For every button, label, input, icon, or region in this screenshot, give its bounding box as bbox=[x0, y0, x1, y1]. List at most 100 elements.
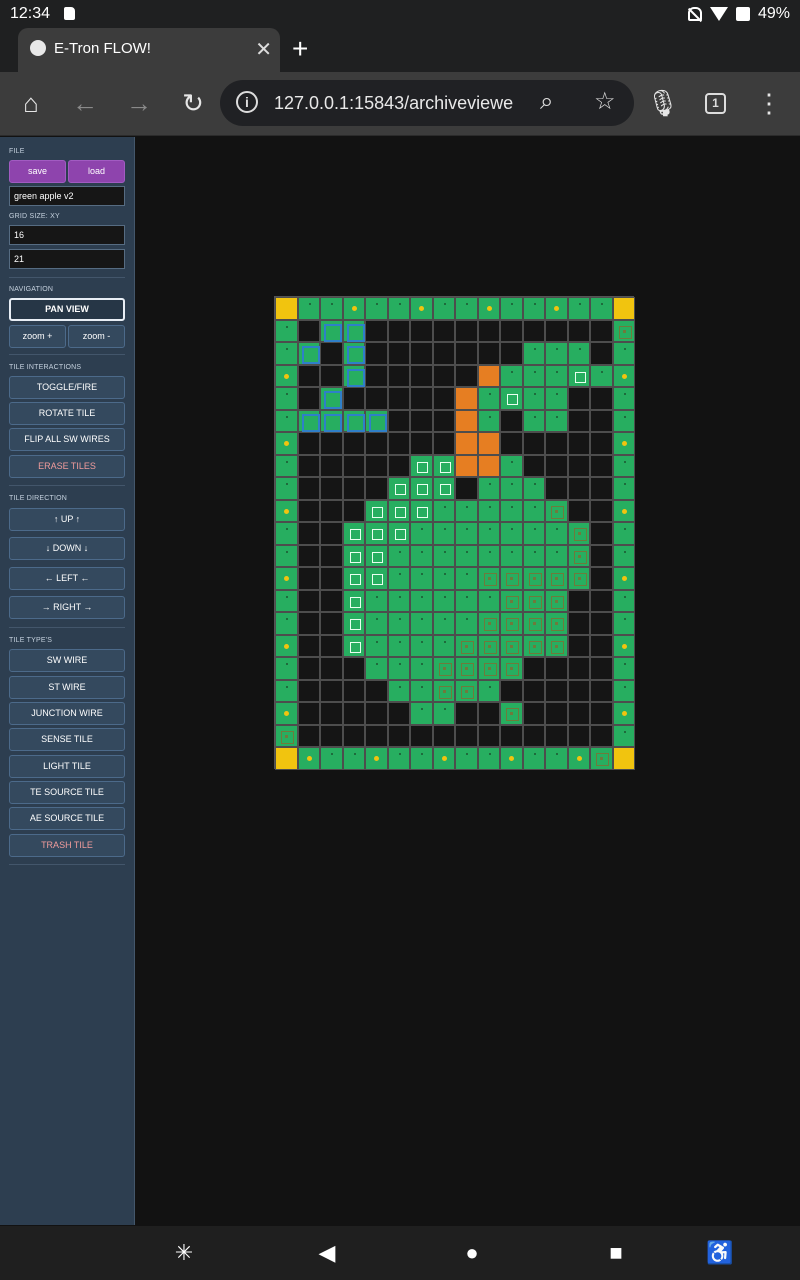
save-button[interactable]: save bbox=[9, 160, 66, 183]
grid-tile-wire[interactable] bbox=[500, 544, 523, 567]
grid-tile-blue[interactable] bbox=[342, 364, 366, 387]
grid-tile-wire[interactable] bbox=[545, 342, 568, 365]
grid-tile-wire[interactable] bbox=[365, 589, 388, 612]
grid-tile-empty[interactable] bbox=[387, 724, 411, 747]
grid-tile-empty[interactable] bbox=[477, 724, 501, 747]
grid-tile-blue[interactable] bbox=[342, 409, 366, 432]
grid-tile-dot[interactable] bbox=[432, 747, 456, 770]
grid-tile-empty[interactable] bbox=[387, 319, 411, 342]
grid-tile-wire[interactable] bbox=[590, 364, 613, 387]
grid-tile-empty[interactable] bbox=[455, 342, 478, 365]
grid-tile-empty[interactable] bbox=[342, 387, 366, 410]
te-source-tile-button[interactable]: TE SOURCE TILE bbox=[9, 781, 125, 804]
grid-tile-empty[interactable] bbox=[590, 544, 613, 567]
grid-tile-wire[interactable] bbox=[477, 409, 501, 432]
grid-tile-wire[interactable] bbox=[275, 589, 298, 612]
grid-tile-empty[interactable] bbox=[567, 409, 591, 432]
grid-tile-wire[interactable] bbox=[455, 544, 478, 567]
grid-tile-empty[interactable] bbox=[387, 454, 411, 477]
grid-tile-empty[interactable] bbox=[365, 432, 388, 455]
grid-tile-empty[interactable] bbox=[545, 432, 568, 455]
grid-tile-junction[interactable] bbox=[545, 612, 568, 635]
grid-tile-wire[interactable] bbox=[522, 522, 546, 545]
grid-tile-wire[interactable] bbox=[612, 544, 636, 567]
grid-tile-empty[interactable] bbox=[590, 319, 613, 342]
grid-tile-junction[interactable] bbox=[522, 634, 546, 657]
junction-wire-button[interactable]: JUNCTION WIRE bbox=[9, 702, 125, 725]
grid-tile-empty[interactable] bbox=[455, 477, 478, 500]
grid-tile-empty[interactable] bbox=[387, 342, 411, 365]
grid-tile-wire[interactable] bbox=[477, 589, 501, 612]
grid-tile-empty[interactable] bbox=[522, 679, 546, 702]
grid-tile-empty[interactable] bbox=[297, 702, 321, 725]
grid-tile-wire[interactable] bbox=[432, 499, 456, 522]
grid-tile-empty[interactable] bbox=[365, 319, 388, 342]
grid-tile-wire[interactable] bbox=[387, 657, 411, 680]
grid-tile-wire[interactable] bbox=[455, 612, 478, 635]
grid-tile-empty[interactable] bbox=[410, 342, 433, 365]
grid-tile-dot[interactable] bbox=[275, 634, 298, 657]
grid-tile-wire[interactable] bbox=[410, 522, 433, 545]
grid-tile-empty[interactable] bbox=[297, 657, 321, 680]
grid-tile-dot[interactable] bbox=[365, 747, 388, 770]
grid-tile-wire[interactable] bbox=[432, 522, 456, 545]
erase-tiles-button[interactable]: ERASE TILES bbox=[9, 455, 125, 478]
grid-tile-empty[interactable] bbox=[455, 702, 478, 725]
grid-tile-empty[interactable] bbox=[410, 409, 433, 432]
grid-tile-empty[interactable] bbox=[545, 477, 568, 500]
grid-tile-empty[interactable] bbox=[342, 454, 366, 477]
grid-tile-white-square[interactable] bbox=[567, 364, 591, 387]
tile-grid[interactable] bbox=[274, 296, 636, 770]
grid-tile-dot[interactable] bbox=[275, 702, 298, 725]
grid-tile-white-square[interactable] bbox=[387, 522, 411, 545]
flip-sw-wires-button[interactable]: FLIP ALL SW WIRES bbox=[9, 428, 125, 451]
grid-size-x-field[interactable]: 16 bbox=[9, 225, 125, 245]
grid-tile-wire[interactable] bbox=[545, 364, 568, 387]
grid-tile-wire[interactable] bbox=[297, 297, 321, 320]
sense-tile-button[interactable]: SENSE TILE bbox=[9, 728, 125, 751]
grid-tile-wire[interactable] bbox=[545, 522, 568, 545]
ae-source-tile-button[interactable]: AE SOURCE TILE bbox=[9, 807, 125, 830]
file-name-field[interactable]: green apple v2 bbox=[9, 186, 125, 206]
grid-tile-wire[interactable] bbox=[522, 499, 546, 522]
grid-tile-empty[interactable] bbox=[522, 657, 546, 680]
zoom-out-button[interactable]: zoom - bbox=[68, 325, 125, 348]
grid-tile-wire[interactable] bbox=[275, 319, 298, 342]
grid-tile-dot[interactable] bbox=[410, 297, 433, 320]
grid-tile-junction[interactable] bbox=[500, 634, 523, 657]
grid-tile-wire[interactable] bbox=[612, 679, 636, 702]
grid-tile-empty[interactable] bbox=[320, 567, 343, 590]
grid-tile-wire[interactable] bbox=[387, 297, 411, 320]
grid-tile-white-square[interactable] bbox=[387, 499, 411, 522]
bookmark-star-icon[interactable]: ☆ bbox=[594, 87, 616, 116]
grid-tile-wire[interactable] bbox=[432, 702, 456, 725]
grid-tile-wire[interactable] bbox=[477, 477, 501, 500]
grid-tile-white-square[interactable] bbox=[365, 544, 388, 567]
grid-tile-white-square[interactable] bbox=[342, 612, 366, 635]
grid-tile-corner[interactable] bbox=[275, 297, 298, 320]
grid-tile-empty[interactable] bbox=[342, 702, 366, 725]
grid-tile-wire[interactable] bbox=[522, 364, 546, 387]
grid-tile-wire[interactable] bbox=[432, 612, 456, 635]
grid-tile-empty[interactable] bbox=[320, 364, 343, 387]
grid-tile-white-square[interactable] bbox=[365, 522, 388, 545]
grid-tile-empty[interactable] bbox=[522, 702, 546, 725]
grid-tile-empty[interactable] bbox=[320, 657, 343, 680]
grid-tile-empty[interactable] bbox=[455, 319, 478, 342]
grid-tile-junction[interactable] bbox=[432, 679, 456, 702]
grid-tile-wire[interactable] bbox=[477, 499, 501, 522]
grid-tile-junction[interactable] bbox=[522, 612, 546, 635]
grid-tile-white-square[interactable] bbox=[500, 387, 523, 410]
grid-tile-wire[interactable] bbox=[612, 612, 636, 635]
grid-tile-empty[interactable] bbox=[590, 522, 613, 545]
grid-tile-wire[interactable] bbox=[275, 679, 298, 702]
browser-tab[interactable]: E-Tron FLOW! ✕ bbox=[18, 28, 280, 72]
grid-tile-dot[interactable] bbox=[545, 297, 568, 320]
grid-tile-dot[interactable] bbox=[500, 747, 523, 770]
grid-tile-wire[interactable] bbox=[432, 544, 456, 567]
grid-tile-empty[interactable] bbox=[522, 319, 546, 342]
grid-tile-dot[interactable] bbox=[612, 432, 636, 455]
grid-tile-empty[interactable] bbox=[567, 634, 591, 657]
back-icon[interactable]: ← bbox=[70, 88, 100, 118]
grid-tile-dot[interactable] bbox=[567, 747, 591, 770]
